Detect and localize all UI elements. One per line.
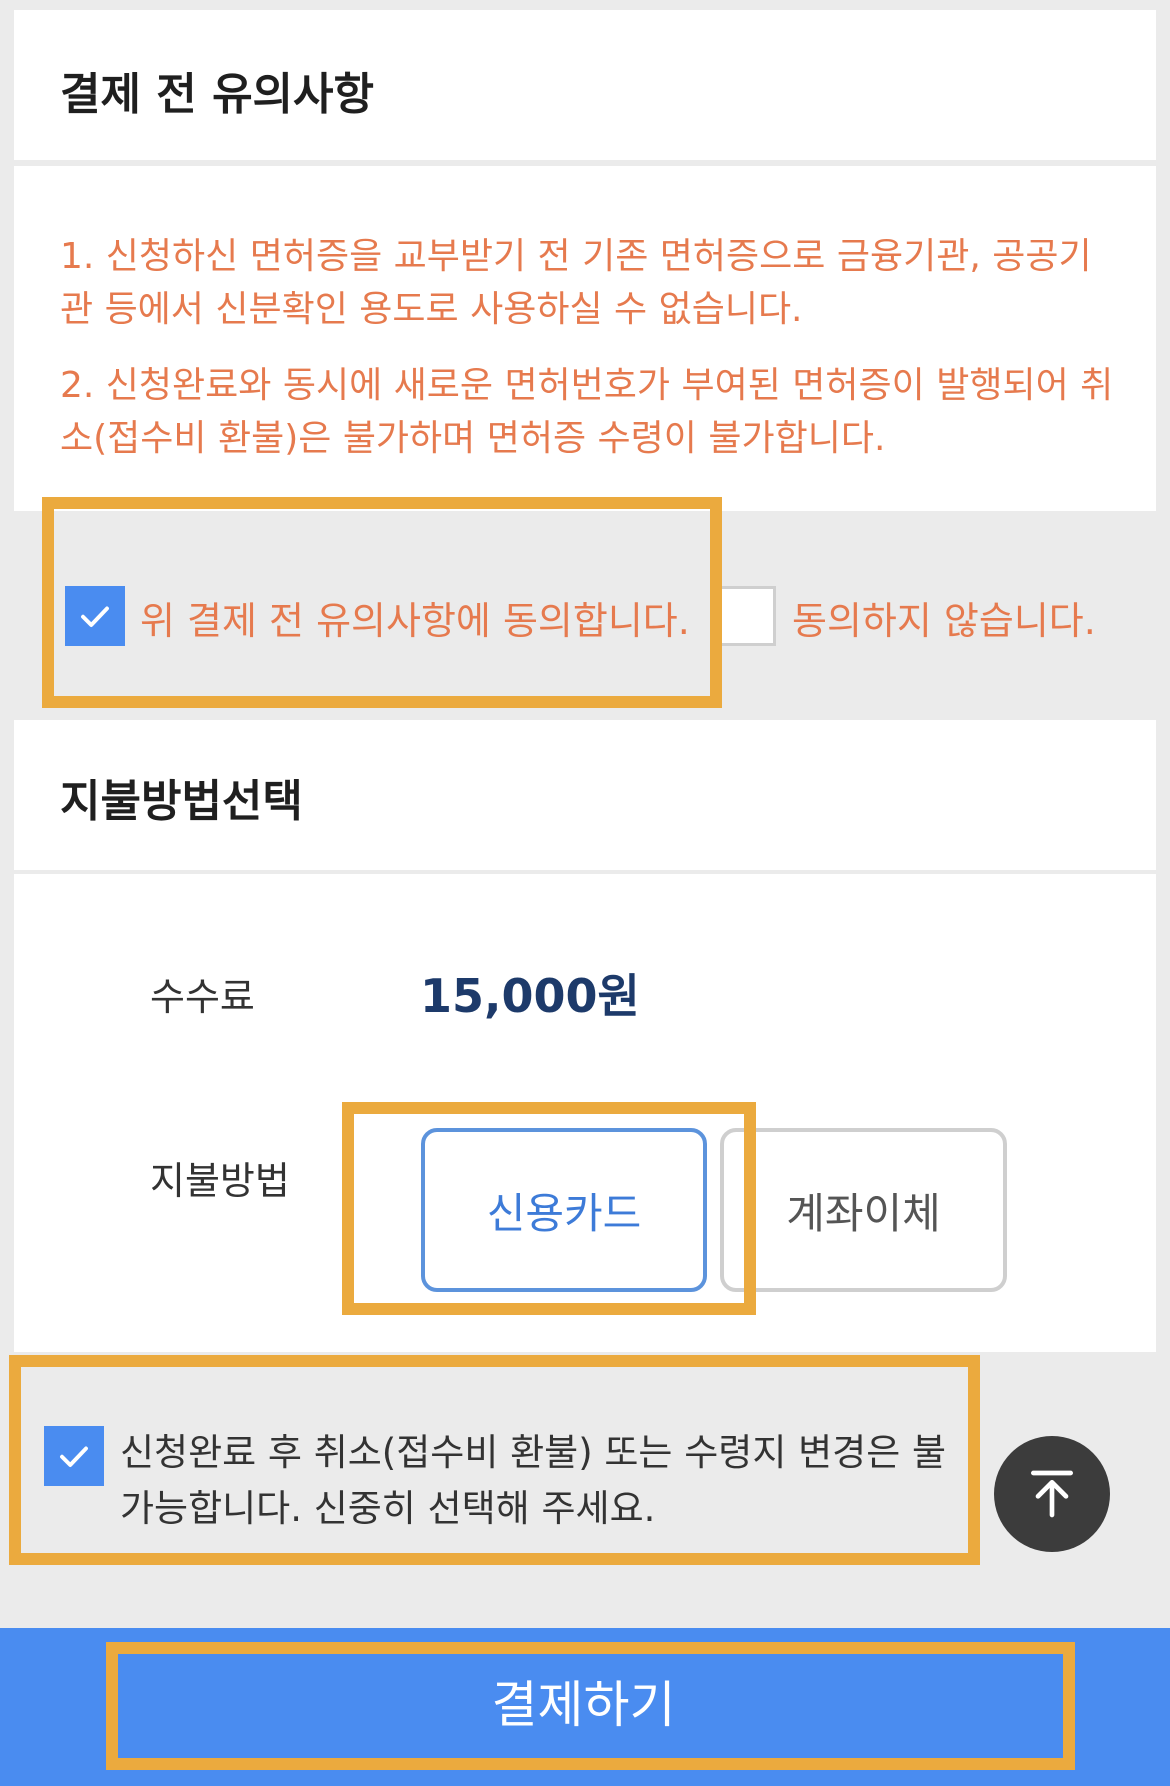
confirm-highlight-frame bbox=[9, 1355, 980, 1565]
disagree-checkbox[interactable] bbox=[716, 586, 776, 646]
payment-title-panel: 지불방법선택 bbox=[14, 720, 1156, 870]
notice-body-panel: 1. 신청하신 면허증을 교부받기 전 기존 면허증으로 금융기관, 공공기관 … bbox=[14, 166, 1156, 511]
fee-value: 15,000원 bbox=[420, 969, 640, 1023]
submit-highlight-frame bbox=[106, 1642, 1075, 1770]
arrow-up-to-top-icon bbox=[1031, 1470, 1073, 1518]
notice-title-panel: 결제 전 유의사항 bbox=[14, 10, 1156, 160]
scroll-top-button[interactable] bbox=[994, 1436, 1110, 1552]
disagree-label[interactable]: 동의하지 않습니다. bbox=[792, 590, 1096, 645]
notice-title: 결제 전 유의사항 bbox=[60, 69, 374, 120]
fee-label: 수수료 bbox=[150, 975, 255, 1019]
method-label: 지불방법 bbox=[150, 1159, 290, 1203]
notice-item-2: 2. 신청완료와 동시에 새로운 면허번호가 부여된 면허증이 발행되어 취소(… bbox=[60, 365, 1114, 459]
payment-title: 지불방법선택 bbox=[60, 776, 303, 827]
credit-card-highlight-frame bbox=[342, 1102, 756, 1315]
notice-item-1: 1. 신청하신 면허증을 교부받기 전 기존 면허증으로 금융기관, 공공기관 … bbox=[60, 236, 1092, 330]
bank-transfer-button[interactable]: 계좌이체 bbox=[720, 1128, 1007, 1292]
agree-highlight-frame bbox=[42, 497, 722, 708]
